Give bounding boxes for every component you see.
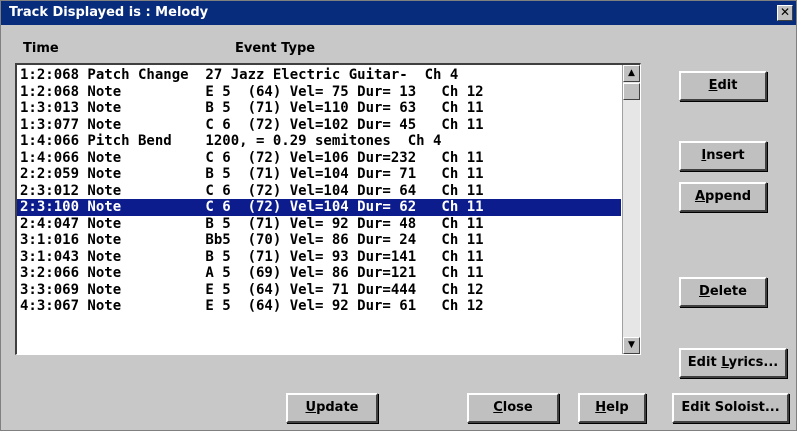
event-row[interactable]: 2:3:012 Note C 6 (72) Vel=104 Dur= 64 Ch… xyxy=(17,183,621,200)
append-button[interactable]: Append xyxy=(679,182,767,212)
event-row[interactable]: 3:2:066 Note A 5 (69) Vel= 86 Dur=121 Ch… xyxy=(17,265,621,282)
edit-button[interactable]: Edit xyxy=(679,71,767,101)
event-rows: 1:2:068 Patch Change 27 Jazz Electric Gu… xyxy=(17,67,621,315)
help-button[interactable]: Help xyxy=(578,393,646,423)
event-list-dialog: Track Displayed is : Melody ✕ Time Event… xyxy=(0,0,797,431)
window-title: Track Displayed is : Melody xyxy=(9,5,209,20)
event-listbox[interactable]: 1:2:068 Patch Change 27 Jazz Electric Gu… xyxy=(15,63,641,355)
event-row[interactable]: 1:4:066 Pitch Bend 1200, = 0.29 semitone… xyxy=(17,133,621,150)
vertical-scrollbar[interactable]: ▲ ▼ xyxy=(622,65,640,354)
insert-button[interactable]: Insert xyxy=(679,141,767,171)
event-row[interactable]: 4:3:067 Note E 5 (64) Vel= 92 Dur= 61 Ch… xyxy=(17,298,621,315)
event-row[interactable]: 1:2:068 Note E 5 (64) Vel= 75 Dur= 13 Ch… xyxy=(17,84,621,101)
scroll-down-icon[interactable]: ▼ xyxy=(623,337,640,354)
event-row-selected[interactable]: 2:3:100 Note C 6 (72) Vel=104 Dur= 62 Ch… xyxy=(17,199,621,216)
edit-lyrics-button[interactable]: Edit Lyrics... xyxy=(679,348,787,378)
column-header-event-type: Event Type xyxy=(235,41,316,56)
event-row[interactable]: 3:1:043 Note B 5 (71) Vel= 93 Dur=141 Ch… xyxy=(17,249,621,266)
event-row[interactable]: 3:1:016 Note Bb5 (70) Vel= 86 Dur= 24 Ch… xyxy=(17,232,621,249)
event-row[interactable]: 1:3:077 Note C 6 (72) Vel=102 Dur= 45 Ch… xyxy=(17,117,621,134)
column-header-time: Time xyxy=(23,41,59,56)
update-button[interactable]: Update xyxy=(286,393,378,423)
event-row[interactable]: 2:4:047 Note B 5 (71) Vel= 92 Dur= 48 Ch… xyxy=(17,216,621,233)
event-row[interactable]: 1:4:066 Note C 6 (72) Vel=106 Dur=232 Ch… xyxy=(17,150,621,167)
delete-button[interactable]: Delete xyxy=(679,277,767,307)
event-row[interactable]: 3:3:069 Note E 5 (64) Vel= 71 Dur=444 Ch… xyxy=(17,282,621,299)
close-button[interactable]: Close xyxy=(467,393,559,423)
close-icon[interactable]: ✕ xyxy=(777,5,793,21)
event-row[interactable]: 1:3:013 Note B 5 (71) Vel=110 Dur= 63 Ch… xyxy=(17,100,621,117)
title-bar[interactable]: Track Displayed is : Melody ✕ xyxy=(1,1,796,25)
scroll-thumb[interactable] xyxy=(623,83,640,100)
edit-soloist-button[interactable]: Edit Soloist... xyxy=(672,393,789,423)
event-row[interactable]: 2:2:059 Note B 5 (71) Vel=104 Dur= 71 Ch… xyxy=(17,166,621,183)
scroll-up-icon[interactable]: ▲ xyxy=(623,65,640,82)
event-row[interactable]: 1:2:068 Patch Change 27 Jazz Electric Gu… xyxy=(17,67,621,84)
